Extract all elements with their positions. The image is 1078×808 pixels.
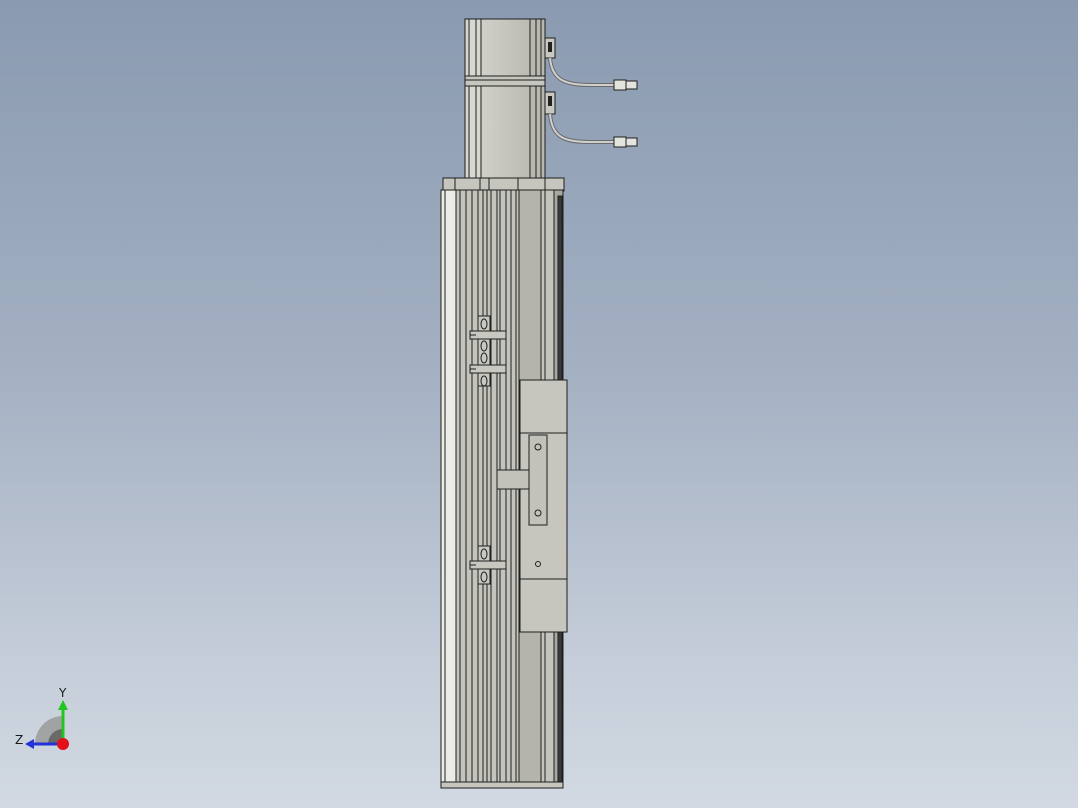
- z-axis-label: Z: [15, 733, 23, 747]
- motor-mount-flange[interactable]: [442, 177, 565, 192]
- power-cable[interactable]: [544, 91, 638, 148]
- y-axis-label: Y: [58, 686, 67, 700]
- actuator-model[interactable]: [0, 0, 1078, 808]
- motor-housing[interactable]: [464, 18, 546, 180]
- x-axis-dot: [57, 738, 69, 750]
- view-orientation-triad: Y Z: [15, 686, 69, 750]
- cad-graphics-viewport[interactable]: Y Z: [0, 0, 1078, 808]
- encoder-cable[interactable]: [544, 37, 638, 91]
